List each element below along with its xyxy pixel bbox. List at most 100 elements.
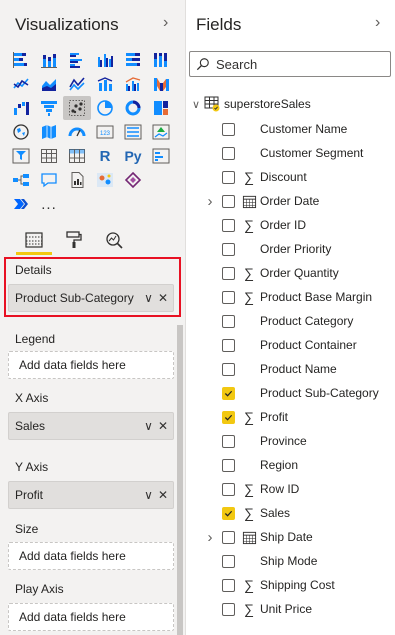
stacked-column-chart-icon[interactable]	[35, 48, 63, 72]
multi-row-card-icon[interactable]	[119, 120, 147, 144]
chevron-down-icon[interactable]: ∨	[190, 98, 202, 111]
chevron-right-icon[interactable]: ›	[205, 193, 215, 210]
treemap-icon[interactable]	[147, 96, 175, 120]
arcgis-map-icon[interactable]	[91, 168, 119, 192]
field-checkbox[interactable]	[222, 242, 235, 256]
field-checkbox[interactable]	[222, 434, 235, 448]
field-row[interactable]: Customer Segment	[186, 141, 395, 165]
stacked-bar-chart-icon[interactable]	[7, 48, 35, 72]
waterfall-chart-icon[interactable]	[7, 96, 35, 120]
field-checkbox[interactable]	[222, 314, 235, 328]
line-and-clustered-column-chart-icon[interactable]	[119, 72, 147, 96]
field-checkbox[interactable]	[222, 218, 235, 232]
field-checkbox[interactable]	[222, 386, 235, 400]
field-row[interactable]: › Ship Date	[186, 525, 395, 549]
field-checkbox[interactable]	[222, 146, 235, 160]
line-and-stacked-column-chart-icon[interactable]	[91, 72, 119, 96]
scatter-chart-icon[interactable]	[63, 96, 91, 120]
filled-map-icon[interactable]	[35, 120, 63, 144]
fields-tab-icon[interactable]	[21, 226, 47, 254]
kpi-icon[interactable]	[147, 120, 175, 144]
field-row[interactable]: Region	[186, 453, 395, 477]
field-checkbox[interactable]	[222, 578, 235, 592]
field-row[interactable]: Ship Mode	[186, 549, 395, 573]
field-checkbox[interactable]	[222, 602, 235, 616]
x-axis-field-chip[interactable]: Sales ∨ ✕	[8, 412, 174, 440]
python-visual-icon[interactable]: Py	[119, 144, 147, 168]
more-visuals-icon[interactable]: ...	[35, 192, 63, 216]
collapse-visualizations-chevron-right-icon[interactable]: ›	[163, 14, 168, 32]
map-icon[interactable]	[7, 120, 35, 144]
chevron-right-icon[interactable]: ›	[205, 529, 215, 546]
field-row[interactable]: ∑ Profit	[186, 405, 395, 429]
field-checkbox[interactable]	[222, 554, 235, 568]
field-row[interactable]: Province	[186, 429, 395, 453]
details-field-chip[interactable]: Product Sub-Category ∨ ✕	[8, 284, 174, 312]
close-icon[interactable]: ✕	[158, 419, 168, 433]
format-tab-paint-roller-icon[interactable]	[61, 226, 87, 254]
field-row[interactable]: Customer Name	[186, 117, 395, 141]
chevron-down-icon[interactable]: ∨	[144, 291, 153, 305]
field-row[interactable]: Product Name	[186, 357, 395, 381]
table-node-superstore-sales[interactable]: ∨ superstoreSales	[190, 93, 311, 115]
chevron-down-icon[interactable]: ∨	[144, 419, 153, 433]
legend-drop-zone[interactable]: Add data fields here	[8, 351, 174, 379]
field-checkbox[interactable]	[222, 338, 235, 352]
field-checkbox[interactable]	[222, 290, 235, 304]
ribbon-chart-icon[interactable]	[147, 72, 175, 96]
pie-chart-icon[interactable]	[91, 96, 119, 120]
fields-search-box[interactable]	[189, 51, 391, 77]
field-row[interactable]: ∑ Order Quantity	[186, 261, 395, 285]
r-script-visual-icon[interactable]: R	[91, 144, 119, 168]
field-checkbox[interactable]	[222, 194, 235, 208]
field-row[interactable]: ∑ Product Base Margin	[186, 285, 395, 309]
card-icon[interactable]: 123	[91, 120, 119, 144]
line-chart-icon[interactable]	[7, 72, 35, 96]
stacked-area-chart-icon[interactable]	[63, 72, 91, 96]
field-checkbox[interactable]	[222, 122, 235, 136]
play-axis-drop-zone[interactable]: Add data fields here	[8, 603, 174, 631]
field-checkbox[interactable]	[222, 410, 235, 424]
chevron-down-icon[interactable]: ∨	[144, 488, 153, 502]
field-row[interactable]: ∑ Row ID	[186, 477, 395, 501]
paginated-report-icon[interactable]	[63, 168, 91, 192]
field-checkbox[interactable]	[222, 506, 235, 520]
field-row[interactable]: ∑ Order ID	[186, 213, 395, 237]
collapse-fields-chevron-right-icon[interactable]: ›	[375, 14, 380, 32]
field-checkbox[interactable]	[222, 362, 235, 376]
funnel-chart-icon[interactable]	[35, 96, 63, 120]
field-row[interactable]: ∑ Shipping Cost	[186, 573, 395, 597]
power-apps-icon[interactable]	[119, 168, 147, 192]
field-checkbox[interactable]	[222, 170, 235, 184]
field-row[interactable]: Product Category	[186, 309, 395, 333]
clustered-bar-chart-icon[interactable]	[63, 48, 91, 72]
field-row[interactable]: Order Priority	[186, 237, 395, 261]
power-automate-icon[interactable]	[7, 192, 35, 216]
matrix-icon[interactable]	[63, 144, 91, 168]
wells-scrollbar[interactable]	[177, 325, 183, 635]
field-checkbox[interactable]	[222, 266, 235, 280]
qa-visual-icon[interactable]	[35, 168, 63, 192]
donut-chart-icon[interactable]	[119, 96, 147, 120]
area-chart-icon[interactable]	[35, 72, 63, 96]
size-drop-zone[interactable]: Add data fields here	[8, 542, 174, 570]
100-stacked-bar-chart-icon[interactable]	[119, 48, 147, 72]
field-row[interactable]: ∑ Sales	[186, 501, 395, 525]
field-row[interactable]: ∑ Discount	[186, 165, 395, 189]
100-stacked-column-chart-icon[interactable]	[147, 48, 175, 72]
decomposition-tree-icon[interactable]	[7, 168, 35, 192]
field-checkbox[interactable]	[222, 458, 235, 472]
close-icon[interactable]: ✕	[158, 488, 168, 502]
y-axis-field-chip[interactable]: Profit ∨ ✕	[8, 481, 174, 509]
field-checkbox[interactable]	[222, 482, 235, 496]
close-icon[interactable]: ✕	[158, 291, 168, 305]
field-row[interactable]: ∑ Unit Price	[186, 597, 395, 621]
analytics-tab-magnifier-icon[interactable]	[101, 226, 127, 254]
table-icon[interactable]	[35, 144, 63, 168]
key-influencers-icon[interactable]	[147, 144, 175, 168]
gauge-icon[interactable]	[63, 120, 91, 144]
slicer-icon[interactable]	[7, 144, 35, 168]
clustered-column-chart-icon[interactable]	[91, 48, 119, 72]
field-row[interactable]: Product Container	[186, 333, 395, 357]
field-checkbox[interactable]	[222, 530, 235, 544]
